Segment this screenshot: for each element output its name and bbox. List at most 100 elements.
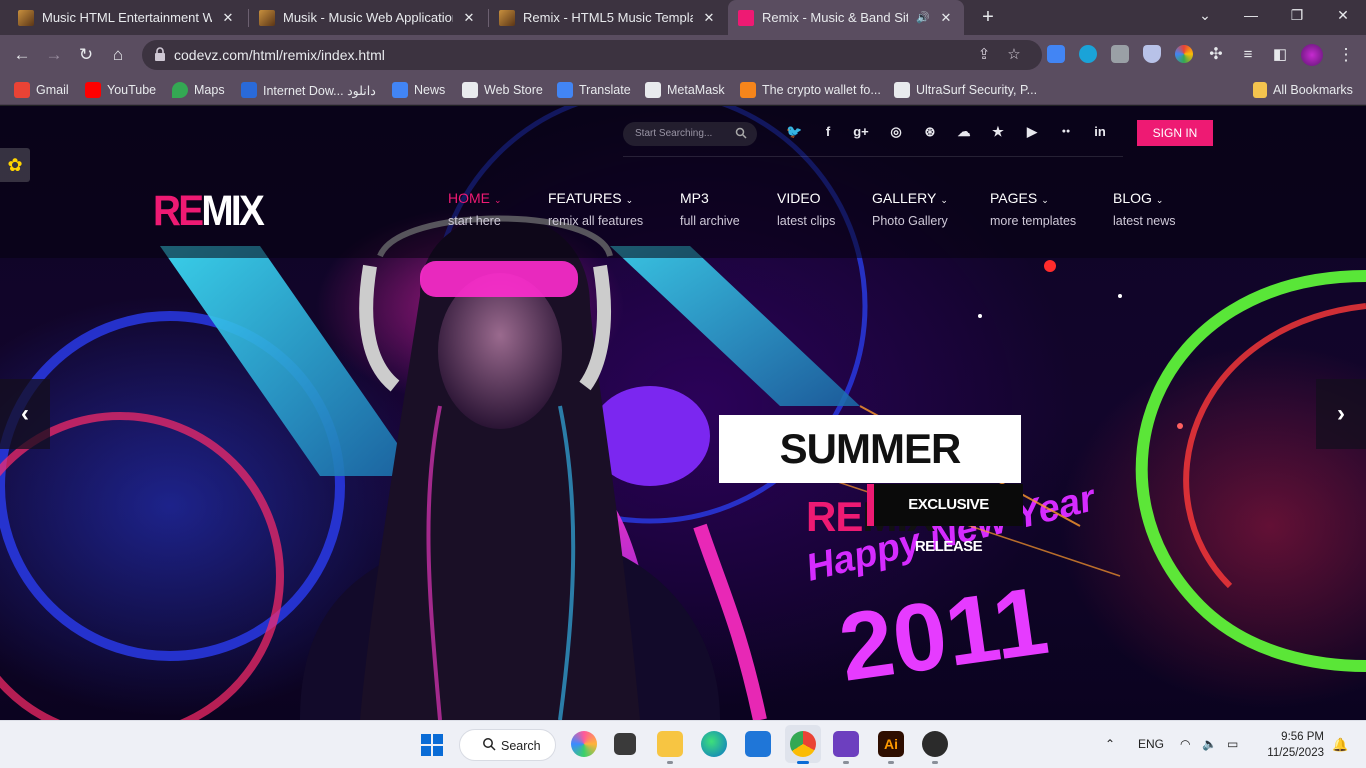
store-icon[interactable] — [745, 731, 771, 757]
close-icon[interactable]: ✕ — [220, 10, 236, 26]
settings-widget-icon[interactable]: ✿ — [0, 148, 30, 182]
speaker-icon[interactable]: 🔊 — [916, 11, 930, 24]
tab-favicon — [499, 9, 515, 26]
close-icon[interactable]: ✕ — [461, 10, 477, 26]
side-panel-icon[interactable]: ◧ — [1266, 41, 1294, 69]
nav-home[interactable]: HOME ⌄ start here — [448, 190, 502, 228]
tab-1[interactable]: Music HTML Entertainment Web ✕ — [8, 0, 246, 35]
tab-2[interactable]: Musik - Music Web Application T ✕ — [249, 0, 487, 35]
url-text[interactable]: codevz.com/html/remix/index.html — [174, 47, 385, 63]
dribbble-icon[interactable]: ⊛ — [922, 124, 938, 140]
all-bookmarks[interactable]: All Bookmarks — [1253, 82, 1353, 98]
soundcloud-icon[interactable]: ☁ — [956, 124, 972, 140]
linkedin-icon[interactable]: in — [1092, 124, 1108, 140]
maximize-button[interactable]: ❐ — [1274, 0, 1320, 30]
media-control-icon[interactable]: ≡ — [1234, 41, 1262, 69]
site-logo[interactable]: REMIX — [153, 189, 265, 233]
back-arrow-icon[interactable]: ← — [8, 41, 36, 69]
camera-extension-icon[interactable] — [1111, 45, 1129, 63]
bookmark-maps[interactable]: Maps — [172, 82, 225, 98]
puzzle-extensions-icon[interactable]: ✣ — [1202, 41, 1230, 69]
edge-icon[interactable] — [701, 731, 727, 757]
shield-extension-icon[interactable] — [1143, 45, 1161, 63]
nav-gallery[interactable]: GALLERY ⌄ Photo Gallery — [872, 190, 948, 228]
bookmark-star-icon[interactable]: ☆ — [1004, 45, 1024, 65]
forward-arrow-icon[interactable]: → — [40, 41, 68, 69]
bookmark-translate[interactable]: Translate — [557, 82, 631, 98]
media-player-icon[interactable] — [922, 731, 948, 757]
tab-favicon — [259, 9, 275, 26]
bookmark-metamask[interactable]: MetaMask — [645, 82, 725, 98]
nav-mp3[interactable]: MP3 full archive — [680, 190, 740, 228]
svg-text:2011: 2011 — [833, 567, 1054, 702]
menu-kebab-icon[interactable]: ⋮ — [1332, 41, 1360, 69]
profile-avatar[interactable] — [1301, 44, 1323, 66]
chevron-down-icon: ⌄ — [1155, 195, 1164, 205]
translate-extension-icon[interactable] — [1047, 45, 1065, 63]
nav-sublabel: remix all features — [548, 214, 644, 228]
lock-icon[interactable] — [154, 47, 166, 61]
bookmark-youtube[interactable]: YouTube — [85, 82, 156, 98]
bookmarks-bar: Gmail YouTube Maps Internet Dow... دانلو… — [0, 75, 1366, 105]
file-explorer-icon[interactable] — [657, 731, 683, 757]
star-icon[interactable]: ★ — [990, 124, 1006, 140]
windows-start-icon[interactable] — [421, 734, 443, 756]
search-icon[interactable] — [735, 127, 747, 139]
battery-icon[interactable]: ▭ — [1227, 737, 1238, 751]
visual-studio-icon[interactable] — [833, 731, 859, 757]
home-icon[interactable]: ⌂ — [104, 41, 132, 69]
chrome-icon[interactable] — [790, 731, 816, 757]
chevron-down-icon: ⌄ — [1041, 195, 1049, 205]
slide-caption-title: SUMMER REMIX — [719, 415, 1021, 540]
tab-search-icon[interactable]: ⌄ — [1182, 0, 1228, 30]
site-search-input[interactable]: Start Searching... — [623, 122, 757, 146]
slider-prev-arrow-icon[interactable]: ‹ — [0, 379, 50, 449]
google-plus-icon[interactable]: g+ — [853, 124, 869, 140]
maps-icon — [172, 82, 188, 98]
bookmark-news[interactable]: News — [392, 82, 445, 98]
bookmark-internet-download[interactable]: Internet Dow... دانلود — [241, 82, 376, 98]
illustrator-icon[interactable]: Ai — [878, 731, 904, 757]
share-icon[interactable]: ⇪ — [974, 45, 994, 65]
vpn-extension-icon[interactable] — [1079, 45, 1097, 63]
new-tab-button[interactable]: + — [976, 5, 1000, 29]
nav-features[interactable]: FEATURES ⌄ remix all features — [548, 190, 643, 228]
bookmark-crypto-wallet[interactable]: The crypto wallet fo... — [740, 82, 881, 98]
nav-pages[interactable]: PAGES ⌄ more templates — [990, 190, 1076, 228]
nav-blog[interactable]: BLOG ⌄ latest news — [1113, 190, 1176, 228]
taskbar-search-label: Search — [501, 739, 541, 753]
taskbar-search[interactable]: Search — [459, 729, 556, 761]
wifi-icon[interactable]: ◠ — [1180, 737, 1190, 751]
address-bar[interactable]: codevz.com/html/remix/index.html ⇪ ☆ — [142, 40, 1042, 70]
volume-icon[interactable]: 🔈 — [1202, 737, 1217, 751]
tab-4-active[interactable]: Remix - Music & Band Site T 🔊 ✕ — [728, 0, 964, 35]
bookmark-gmail[interactable]: Gmail — [14, 82, 69, 98]
slider-next-arrow-icon[interactable]: › — [1316, 379, 1366, 449]
reload-icon[interactable]: ↻ — [72, 41, 100, 69]
language-indicator[interactable]: ENG — [1138, 737, 1164, 751]
task-view-icon[interactable] — [614, 733, 636, 755]
search-placeholder: Start Searching... — [635, 128, 713, 139]
facebook-icon[interactable]: f — [820, 124, 836, 140]
copilot-icon[interactable] — [571, 731, 597, 757]
bookmark-label: The crypto wallet fo... — [762, 83, 881, 97]
bookmark-web-store[interactable]: Web Store — [462, 82, 543, 98]
close-icon[interactable]: ✕ — [701, 10, 717, 26]
sign-in-button[interactable]: SIGN IN — [1137, 120, 1213, 146]
bookmark-label: Maps — [194, 83, 225, 97]
close-icon[interactable]: ✕ — [938, 10, 954, 26]
notification-bell-icon[interactable]: 🔔 — [1332, 737, 1348, 753]
bookmark-label: News — [414, 83, 446, 97]
twitter-icon[interactable]: 🐦 — [786, 124, 802, 140]
instagram-icon[interactable]: ◎ — [888, 124, 904, 140]
bookmark-ultrasurf[interactable]: UltraSurf Security, P... — [894, 82, 1037, 98]
chevron-up-icon[interactable]: ⌃ — [1105, 737, 1115, 751]
tab-3[interactable]: Remix - HTML5 Music Template ✕ — [489, 0, 727, 35]
color-extension-icon[interactable] — [1175, 45, 1193, 63]
flickr-icon[interactable]: ●● — [1058, 124, 1074, 140]
close-window-button[interactable]: ✕ — [1320, 0, 1366, 30]
youtube-icon[interactable]: ▶ — [1024, 124, 1040, 140]
nav-video[interactable]: VIDEO latest clips — [777, 190, 835, 228]
minimize-button[interactable]: — — [1228, 0, 1274, 30]
clock[interactable]: 9:56 PM 11/25/2023 — [1258, 729, 1324, 761]
